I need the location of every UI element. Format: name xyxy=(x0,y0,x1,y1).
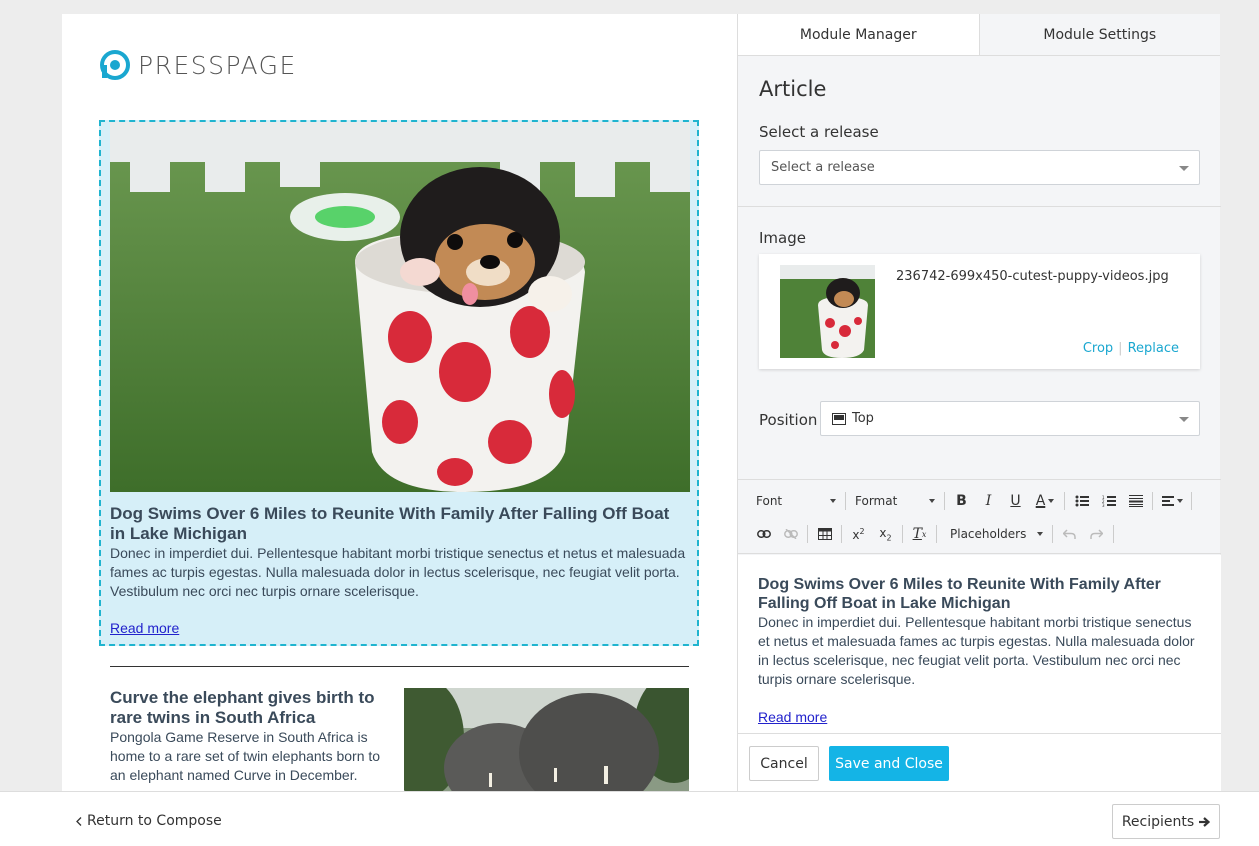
link-icon[interactable] xyxy=(750,522,777,546)
format-dropdown-label: Format xyxy=(855,494,898,508)
undo-icon[interactable] xyxy=(1056,522,1083,546)
chevron-down-icon xyxy=(830,499,836,503)
article-read-more-link[interactable]: Read more xyxy=(110,620,179,636)
tab-module-manager[interactable]: Module Manager xyxy=(738,14,979,55)
article-divider xyxy=(110,666,689,667)
recipients-label: Recipients xyxy=(1121,813,1195,830)
footer-bar: Return to Compose Recipients xyxy=(0,791,1259,846)
toolbar-separator xyxy=(902,525,903,543)
toolbar-separator xyxy=(1152,492,1153,510)
link-separator: | xyxy=(1118,341,1123,356)
chevron-down-icon xyxy=(1037,532,1043,536)
font-dropdown-label: Font xyxy=(756,494,783,508)
chevron-down-icon xyxy=(1179,165,1189,171)
toolbar-separator xyxy=(1113,525,1114,543)
svg-text:3: 3 xyxy=(1102,503,1105,507)
presspage-logo: PRESSPAGE xyxy=(100,50,297,80)
cancel-button[interactable]: Cancel xyxy=(749,746,819,781)
elephant-image xyxy=(404,688,689,791)
return-label: Return to Compose xyxy=(87,813,222,829)
redo-icon[interactable] xyxy=(1083,522,1110,546)
replace-link[interactable]: Replace xyxy=(1128,341,1179,356)
table-icon[interactable] xyxy=(811,522,838,546)
underline-icon[interactable]: U xyxy=(1002,489,1029,513)
text-color-icon[interactable]: A xyxy=(1029,489,1061,513)
rich-text-editor[interactable]: Dog Swims Over 6 Miles to Reunite With F… xyxy=(738,555,1221,733)
chevron-down-icon xyxy=(1179,416,1189,422)
editor-read-more-link[interactable]: Read more xyxy=(758,709,827,725)
italic-icon[interactable]: I xyxy=(975,489,1002,513)
toolbar-separator xyxy=(1052,525,1053,543)
recipients-button[interactable]: Recipients xyxy=(1112,804,1220,839)
logo-text: PRESSPAGE xyxy=(138,50,297,80)
panel-tabs: Module Manager Module Settings xyxy=(738,14,1220,56)
subscript-icon[interactable]: x2 xyxy=(872,522,899,546)
arrow-right-icon xyxy=(1199,816,1211,827)
position-select[interactable]: Top xyxy=(820,401,1200,436)
format-dropdown[interactable]: Format xyxy=(849,494,941,508)
newsletter-preview: PRESSPAGE Dog Swims Over 6 Miles to Reun… xyxy=(62,14,737,791)
bullet-list-icon[interactable] xyxy=(1068,489,1095,513)
image-actions: Crop | Replace xyxy=(1083,341,1179,356)
placeholders-dropdown[interactable]: Placeholders xyxy=(944,527,1049,541)
release-label: Select a release xyxy=(759,123,879,141)
toolbar-separator xyxy=(1064,492,1065,510)
presspage-logo-icon xyxy=(100,50,130,80)
article-title: Dog Swims Over 6 Miles to Reunite With F… xyxy=(110,504,670,543)
image-position-icon xyxy=(832,412,846,425)
section-title: Article xyxy=(759,77,827,101)
release-select[interactable]: Select a release xyxy=(759,150,1200,185)
tab-module-settings[interactable]: Module Settings xyxy=(978,14,1220,55)
numbered-list-icon[interactable]: 123 xyxy=(1095,489,1122,513)
image-section: Image 236742-699x450-cutest-puppy-videos… xyxy=(738,208,1221,480)
chevron-down-icon xyxy=(929,499,935,503)
clear-formatting-icon[interactable]: Tx xyxy=(906,522,933,546)
image-label: Image xyxy=(759,229,806,247)
editor-toolbar: Font Format B I U A 123 x2 x2 T x Placeh… xyxy=(738,481,1221,554)
toolbar-separator xyxy=(944,492,945,510)
toolbar-separator xyxy=(807,525,808,543)
return-to-compose-link[interactable]: Return to Compose xyxy=(76,813,222,829)
bold-icon[interactable]: B xyxy=(948,489,975,513)
superscript-icon[interactable]: x2 xyxy=(845,522,872,546)
position-label: Position xyxy=(759,411,818,429)
module-panel: Module Manager Module Settings Article S… xyxy=(737,14,1221,791)
panel-actions: Cancel Save and Close xyxy=(738,733,1221,791)
release-section: Article Select a release Select a releas… xyxy=(738,57,1221,207)
position-value: Top xyxy=(852,411,874,426)
toolbar-separator xyxy=(845,492,846,510)
puppy-hero-image xyxy=(110,122,690,492)
toolbar-separator xyxy=(936,525,937,543)
unlink-icon[interactable] xyxy=(777,522,804,546)
editor-article-body[interactable]: Donec in imperdiet dui. Pellentesque hab… xyxy=(758,613,1203,689)
selected-article-module[interactable]: Dog Swims Over 6 Miles to Reunite With F… xyxy=(99,120,699,646)
image-filename: 236742-699x450-cutest-puppy-videos.jpg xyxy=(896,269,1169,284)
toolbar-row-1: Font Format B I U A 123 xyxy=(750,489,1195,513)
editor-article-title[interactable]: Dog Swims Over 6 Miles to Reunite With F… xyxy=(758,575,1198,613)
second-article-title: Curve the elephant gives birth to rare t… xyxy=(110,688,375,727)
release-select-placeholder: Select a release xyxy=(771,160,875,175)
toolbar-separator xyxy=(1191,492,1192,510)
image-thumbnail xyxy=(780,265,875,358)
chevron-left-icon xyxy=(76,816,82,826)
horizontal-rule-icon[interactable] xyxy=(1122,489,1149,513)
toolbar-separator xyxy=(841,525,842,543)
crop-link[interactable]: Crop xyxy=(1083,341,1113,356)
save-and-close-button[interactable]: Save and Close xyxy=(829,746,949,781)
font-dropdown[interactable]: Font xyxy=(750,494,842,508)
toolbar-row-2: x2 x2 Tx Placeholders xyxy=(750,522,1117,546)
align-icon[interactable] xyxy=(1156,489,1188,513)
placeholders-dropdown-label: Placeholders xyxy=(950,527,1027,541)
article-body: Donec in imperdiet dui. Pellentesque hab… xyxy=(110,545,686,599)
second-article-body: Pongola Game Reserve in South Africa is … xyxy=(110,729,381,783)
image-card: 236742-699x450-cutest-puppy-videos.jpg C… xyxy=(759,254,1200,369)
